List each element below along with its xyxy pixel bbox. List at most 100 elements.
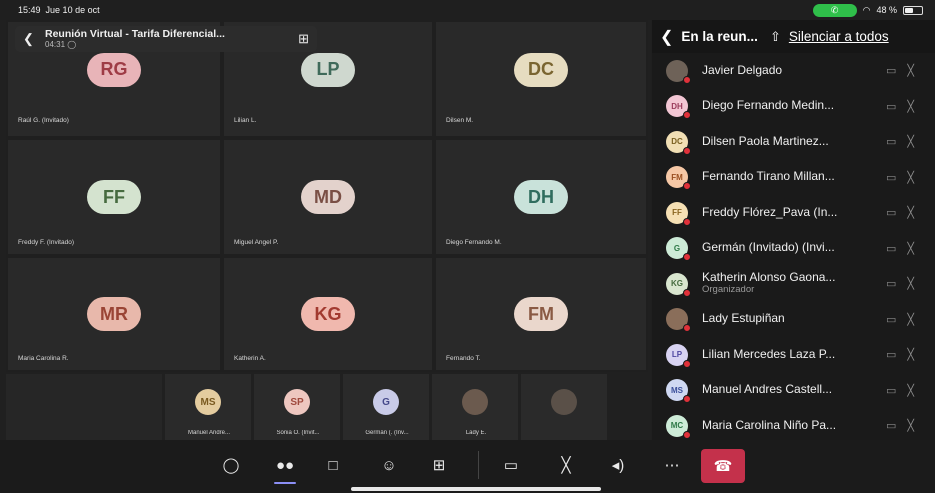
shield-icon: ◯ xyxy=(67,40,77,50)
camera-off-icon[interactable]: ▭ xyxy=(886,384,896,397)
participant-info: Fernando Tirano Millan... xyxy=(702,170,876,184)
avatar-initials: LP xyxy=(671,350,683,360)
participant-row[interactable]: LP Lilian Mercedes Laza P... ▭ ╳ xyxy=(652,337,935,373)
status-date: Jue 10 de oct xyxy=(45,5,100,15)
participant-avatar xyxy=(666,59,691,84)
active-call-indicator[interactable]: ✆ xyxy=(812,3,857,17)
mic-off-icon[interactable]: ╳ xyxy=(907,277,914,290)
participant-name: Germán (Invitado) (Invi... xyxy=(702,241,835,255)
participant-tiles: RG Raúl G. (Invitado) LP Lilian L. DC Dilsen … xyxy=(6,20,648,372)
participant-name: Javier Delgado xyxy=(702,63,783,77)
participant-row[interactable]: FM Fernando Tirano Millan... ▭ ╳ xyxy=(652,160,935,196)
participant-controls: ▭ ╳ xyxy=(886,171,914,184)
participant-row[interactable]: G Germán (Invitado) (Invi... ▭ ╳ xyxy=(652,231,935,267)
back-icon[interactable]: ❮ xyxy=(23,31,35,47)
participant-controls: ▭ ╳ xyxy=(886,64,914,77)
camera-off-icon[interactable]: ▭ xyxy=(886,419,896,432)
camera-off-icon[interactable]: ▭ xyxy=(886,100,896,113)
camera-off-icon[interactable]: ▭ xyxy=(886,277,896,290)
home-indicator[interactable] xyxy=(351,487,601,491)
camera-off-icon[interactable]: ▭ xyxy=(886,206,896,219)
mic-off-icon[interactable]: ╳ xyxy=(907,384,914,397)
camera-off-icon[interactable]: ▭ xyxy=(886,135,896,148)
participant-tile[interactable]: DH Diego Fernando M. xyxy=(434,138,648,256)
panel-title: En la reun... xyxy=(681,29,758,44)
mic-off-icon[interactable]: ╳ xyxy=(907,242,914,255)
mic-off-icon[interactable]: ╳ xyxy=(551,452,581,478)
tile-name: Katherin A. xyxy=(234,355,266,362)
camera-off-icon[interactable]: ▭ xyxy=(886,64,896,77)
camera-off-icon[interactable]: ▭ xyxy=(886,171,896,184)
avatar-initials: MS xyxy=(671,385,683,395)
status-time: 15:49 xyxy=(18,5,41,15)
participant-controls: ▭ ╳ xyxy=(886,313,914,326)
apps-icon[interactable]: ⊞ xyxy=(424,452,454,478)
mic-off-icon[interactable]: ╳ xyxy=(907,313,914,326)
participant-avatar: MS xyxy=(666,379,691,404)
more-icon[interactable]: ⋯ xyxy=(657,452,687,478)
video-stage: RG Raúl G. (Invitado) LP Lilian L. DC Dilsen … xyxy=(0,20,651,440)
participant-info: Lilian Mercedes Laza P... xyxy=(702,348,876,362)
participant-avatar: KG xyxy=(666,272,691,297)
people-icon[interactable]: ●● xyxy=(270,452,300,484)
leave-call-icon: ☎ xyxy=(713,458,733,475)
strip-tile[interactable]: G Germán (. (Inv... xyxy=(343,374,429,440)
participant-row[interactable]: DC Dilsen Paola Martinez... ▭ ╳ xyxy=(652,124,935,160)
chat-icon[interactable]: ◯ xyxy=(216,452,246,478)
participant-row[interactable]: KG Katherin Alonso Gaona... Organizador ▭ ╳ xyxy=(652,266,935,302)
panel-back-icon[interactable]: ❮ xyxy=(660,27,673,47)
participant-row[interactable]: DH Diego Fernando Medin... ▭ ╳ xyxy=(652,89,935,125)
share-icon[interactable]: ⇧ xyxy=(770,29,781,45)
mic-off-icon[interactable]: ╳ xyxy=(907,135,914,148)
strip-name: Germán (. (Inv... xyxy=(365,430,409,436)
strip-tile[interactable]: MS Manuel Andre... xyxy=(165,374,251,440)
toolbar-divider xyxy=(478,451,479,479)
participant-tile[interactable]: MR Maria Carolina R. xyxy=(6,256,222,372)
mute-all-link[interactable]: Silenciar a todos xyxy=(789,29,889,44)
mic-off-icon[interactable]: ╳ xyxy=(907,419,914,432)
camera-off-icon[interactable]: ▭ xyxy=(886,242,896,255)
participant-row[interactable]: MC Maria Carolina Niño Pa... ▭ ╳ xyxy=(652,408,935,440)
presence-dot xyxy=(683,146,691,155)
mic-off-icon[interactable]: ╳ xyxy=(907,171,914,184)
layout-grid-icon[interactable]: ⊞ xyxy=(298,31,309,47)
participant-tile[interactable]: FF Freddy F. (Invitado) xyxy=(6,138,222,256)
strip-name: Manuel Andre... xyxy=(187,430,231,436)
participant-row[interactable]: Javier Delgado ▭ ╳ xyxy=(652,53,935,89)
avatar: KG xyxy=(301,297,355,331)
mic-off-icon[interactable]: ╳ xyxy=(907,348,914,361)
mic-off-icon[interactable]: ╳ xyxy=(907,206,914,219)
participant-avatar: DC xyxy=(666,130,691,155)
strip-tile[interactable]: SP Sonia O. (Invit... xyxy=(254,374,340,440)
participant-row[interactable]: Lady Estupiñan ▭ ╳ xyxy=(652,302,935,338)
tile-name: Raúl G. (Invitado) xyxy=(18,117,69,124)
strip-tile[interactable]: Lady E. xyxy=(432,374,518,440)
share-screen-icon[interactable]: □ xyxy=(318,452,348,478)
speaker-icon[interactable]: ◂) xyxy=(603,452,633,478)
participant-tile[interactable]: FM Fernando T. xyxy=(434,256,648,372)
presence-dot xyxy=(683,111,691,120)
participant-controls: ▭ ╳ xyxy=(886,242,914,255)
camera-off-icon[interactable]: ▭ xyxy=(886,313,896,326)
meeting-header: ❮ Reunión Virtual - Tarifa Diferencial..… xyxy=(15,26,317,52)
leave-call-button[interactable]: ☎ xyxy=(701,449,745,483)
panel-header: ❮ En la reun... ⇧ Silenciar a todos xyxy=(652,20,935,53)
participant-row[interactable]: FF Freddy Flórez_Pava (In... ▭ ╳ xyxy=(652,195,935,231)
participant-row[interactable]: MS Manuel Andres Castell... ▭ ╳ xyxy=(652,373,935,409)
participant-tile[interactable]: DC Dilsen M. xyxy=(434,20,648,138)
participant-role: Organizador xyxy=(702,284,755,296)
camera-off-icon[interactable]: ▭ xyxy=(886,348,896,361)
reactions-icon[interactable]: ☺ xyxy=(374,452,404,478)
presence-dot xyxy=(683,217,691,226)
camera-off-icon[interactable]: ▭ xyxy=(496,452,526,478)
call-toolbar: ◯ ●● □ ☺ ⊞ ▭ ╳ ◂) ⋯ ☎ xyxy=(0,440,935,493)
participant-tile[interactable]: MD Miguel Angel P. xyxy=(222,138,434,256)
participant-tile[interactable]: KG Katherin A. xyxy=(222,256,434,372)
mic-off-icon[interactable]: ╳ xyxy=(907,64,914,77)
participant-name: Lady Estupiñan xyxy=(702,312,785,326)
strip-tile[interactable] xyxy=(521,374,607,440)
mic-off-icon[interactable]: ╳ xyxy=(907,100,914,113)
tile-name: Lilian L. xyxy=(234,117,257,124)
wifi-icon: ◠ xyxy=(862,4,871,15)
participant-info: Freddy Flórez_Pava (In... xyxy=(702,206,876,220)
